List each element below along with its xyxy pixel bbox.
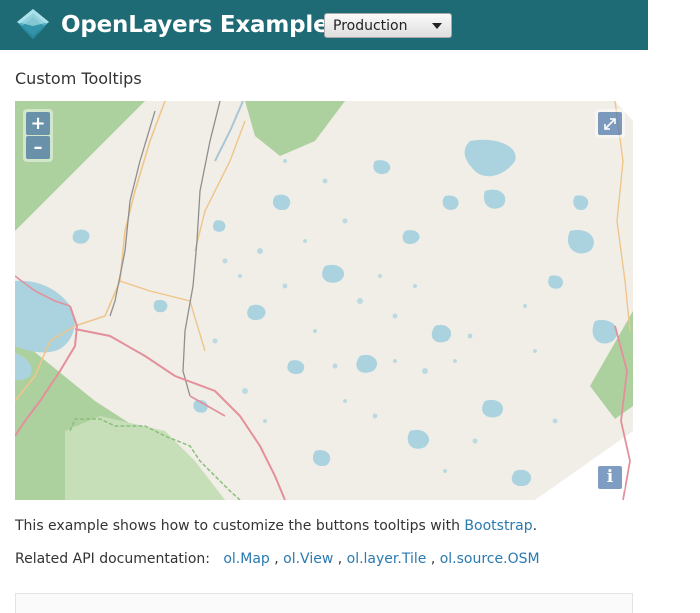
description-text: This example shows how to customize the …	[15, 518, 465, 534]
api-link-ol-map[interactable]: ol.Map	[223, 551, 269, 567]
example-description: This example shows how to customize the …	[15, 518, 537, 534]
fullscreen-control	[595, 109, 625, 138]
zoom-out-button[interactable]: –	[26, 136, 50, 159]
brand-title: OpenLayers Examples	[61, 12, 342, 38]
version-select-value: Production	[333, 17, 408, 34]
separator: ,	[274, 551, 279, 567]
description-suffix: .	[532, 518, 538, 534]
brand-link[interactable]: OpenLayers Examples	[14, 6, 342, 44]
attribution-button[interactable]: i	[598, 466, 622, 489]
separator: ,	[430, 551, 436, 567]
api-link-ol-view[interactable]: ol.View	[283, 551, 333, 567]
map-viewport[interactable]: + – i	[15, 101, 633, 500]
related-api-docs: Related API documentation: ol.Map , ol.V…	[15, 551, 540, 567]
chevron-down-icon	[432, 23, 442, 29]
api-link-ol-source-osm[interactable]: ol.source.OSM	[440, 551, 540, 567]
fullscreen-button[interactable]	[598, 112, 622, 135]
zoom-control: + –	[23, 109, 53, 162]
map-tiles	[15, 101, 633, 500]
page-title: Custom Tooltips	[15, 69, 142, 88]
openlayers-logo-icon	[17, 9, 49, 39]
top-navbar: OpenLayers Examples Production	[0, 0, 648, 50]
related-label: Related API documentation:	[15, 551, 210, 567]
version-select[interactable]: Production	[324, 13, 452, 38]
api-link-ol-layer-tile[interactable]: ol.layer.Tile	[347, 551, 427, 567]
expand-arrows-icon	[604, 117, 616, 130]
code-panel	[15, 593, 633, 613]
zoom-in-button[interactable]: +	[26, 112, 50, 135]
bootstrap-link[interactable]: Bootstrap	[464, 518, 532, 534]
separator: ,	[337, 551, 343, 567]
attribution-control: i	[595, 463, 625, 492]
